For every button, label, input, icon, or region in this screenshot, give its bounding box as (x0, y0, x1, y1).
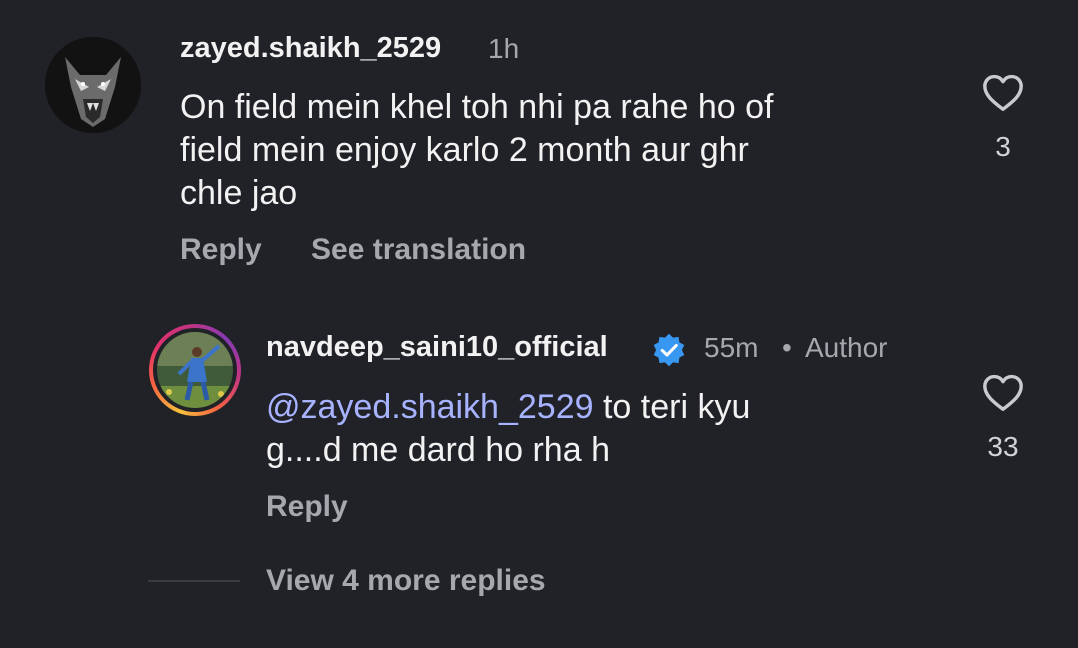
heart-icon (983, 374, 1023, 411)
avatar-navdeep[interactable] (149, 324, 241, 416)
like-count: 3 (995, 131, 1011, 162)
author-badge: Author (805, 332, 888, 363)
reply-username[interactable]: navdeep_saini10_official (266, 331, 608, 364)
comment-text-line: field mein enjoy karlo 2 month aur ghr (180, 131, 749, 169)
meta-separator: • (782, 332, 792, 363)
like-button[interactable] (980, 72, 1026, 112)
view-more-replies-button[interactable]: View 4 more replies (266, 564, 546, 598)
verified-badge-icon (651, 332, 687, 368)
reply-button[interactable]: Reply (180, 233, 262, 267)
heart-icon (983, 74, 1023, 112)
reply-text-line: g....d me dard ho rha h (266, 431, 610, 469)
comment-username[interactable]: zayed.shaikh_2529 (180, 32, 441, 65)
comment-text-line: On field mein khel toh nhi pa rahe ho of (180, 88, 774, 126)
reply-text: @zayed.shaikh_2529 to teri kyu g....d me… (266, 386, 750, 472)
like-button[interactable] (980, 372, 1026, 412)
like-count: 33 (987, 431, 1019, 462)
reply-time: 55m (704, 332, 759, 363)
reply-text-span: to teri kyu (593, 388, 751, 426)
comment-time: 1h (488, 33, 520, 64)
cricketer-avatar-icon (157, 332, 233, 408)
wolf-avatar-icon (45, 37, 141, 133)
replies-divider (148, 580, 240, 582)
reply-text-line: @zayed.shaikh_2529 to teri kyu (266, 386, 750, 429)
mention-link[interactable]: @zayed.shaikh_2529 (266, 388, 594, 426)
reply-button[interactable]: Reply (266, 490, 348, 524)
comment-text: On field mein khel toh nhi pa rahe ho of… (180, 86, 774, 215)
comment-text-line: chle jao (180, 174, 298, 212)
see-translation-button[interactable]: See translation (311, 233, 526, 267)
avatar-zayed[interactable] (45, 37, 141, 133)
